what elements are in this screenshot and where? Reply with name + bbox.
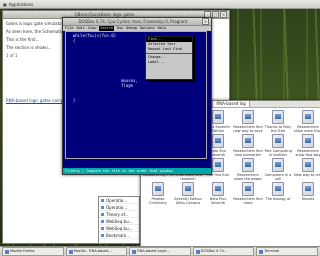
file-item[interactable]: Results: [293, 182, 320, 206]
dropdown-item[interactable]: Repeat Last Find: [146, 47, 192, 52]
file-item[interactable]: Researchers show the power: [233, 158, 263, 182]
bookmark-item[interactable]: Operatio...: [99, 197, 139, 204]
bookmark-item[interactable]: Bookmark...: [99, 232, 139, 239]
file-item[interactable]: Researchers find new biomarker: [233, 134, 263, 158]
bookmark-item[interactable]: WebSeq bu...: [99, 218, 139, 225]
document-icon: [212, 158, 224, 172]
file-label: Seventh Edition Zeiss Campus: [174, 197, 202, 205]
file-label: Researchers find new way to save: [233, 125, 263, 133]
document-icon: [212, 110, 224, 124]
dosbox-window: DOSBox 0.74, Cpu Cycles: max, Frameskip …: [62, 17, 212, 175]
bookmark-icon: [101, 233, 104, 237]
taskbar-button[interactable]: Mozilla - RNA-based...: [65, 247, 128, 256]
app-icon: [68, 249, 73, 254]
dosbox-title: DOSBox 0.74, Cpu Cycles: max, Frameskip …: [78, 19, 189, 24]
close-icon[interactable]: ×: [220, 11, 227, 18]
document-icon: [302, 110, 314, 124]
file-item[interactable]: Researchers show fast way: [293, 134, 320, 158]
document-icon: [242, 158, 254, 172]
file-label: Researchers find more: [233, 197, 263, 205]
search-dropdown-menu: Find... Selected Text Repeat Last Find Chan…: [145, 36, 193, 80]
code-line: }: [68, 98, 76, 103]
file-label: Tree Computing in biofilms: [264, 149, 292, 157]
document-icon: [212, 134, 224, 148]
taskbar-label: Mozilla Firefox: [10, 249, 35, 253]
file-item[interactable]: Researchers find new way to save: [233, 110, 263, 134]
top-panel: ▣ Applications: [0, 0, 320, 9]
document-icon: [182, 182, 194, 196]
dropdown-item[interactable]: Label...: [146, 60, 192, 65]
menu-separator: [146, 53, 192, 54]
taskbar-button[interactable]: DOSBox 0.74...: [192, 247, 255, 256]
file-label: Peptide Chemistry: [149, 197, 167, 205]
file-label: The biology of: [265, 197, 291, 201]
taskbar-label: RNA-based Logic...: [137, 249, 170, 253]
document-icon: [272, 158, 284, 172]
file-item[interactable]: Peptide Chemistry: [143, 182, 173, 206]
bookmark-icon: [101, 212, 104, 216]
app-icon: [195, 249, 200, 254]
file-item[interactable]: Researchers find more: [233, 182, 263, 206]
bookmark-icon: [101, 226, 104, 230]
bookmark-icon: [101, 205, 104, 209]
file-item[interactable]: Researchers show more than: [293, 110, 320, 134]
taskbar-button[interactable]: Mozilla Firefox: [2, 247, 64, 256]
document-icon: [152, 182, 164, 196]
file-label: Computers in a cell: [264, 173, 292, 181]
taskbar-button[interactable]: RNA-based Logic...: [129, 247, 191, 256]
document-icon: [242, 182, 254, 196]
file-item[interactable]: Thanks to Polly the Tree: [263, 110, 293, 134]
document-icon: [212, 182, 224, 196]
applications-menu[interactable]: ▣ Applications: [0, 2, 36, 7]
file-label: Researchers show fast way: [295, 149, 320, 157]
file-item[interactable]: The biology of: [263, 182, 293, 206]
bookmark-item[interactable]: Theory of...: [99, 211, 139, 218]
bookmark-icon: [101, 219, 104, 223]
file-item[interactable]: Beta Plus Seventh: [203, 182, 233, 206]
file-label: New way to mix: [293, 173, 320, 177]
taskbar-label: Terminal: [264, 249, 280, 253]
taskbar-label: Mozilla - RNA-based...: [73, 249, 112, 253]
bookmark-icon: [101, 198, 104, 202]
file-item[interactable]: Computers in a cell: [263, 158, 293, 182]
app-icon: [132, 249, 137, 254]
file-label: Thanks to Polly the Tree: [264, 125, 292, 133]
close-icon[interactable]: ×: [202, 18, 209, 25]
file-label: Researchers show the power: [234, 173, 262, 181]
applications-icon: ▣: [3, 1, 7, 7]
dosbox-titlebar[interactable]: DOSBox 0.74, Cpu Cycles: max, Frameskip …: [63, 18, 211, 26]
file-item[interactable]: Tree Computing in biofilms: [263, 134, 293, 158]
maximize-icon[interactable]: □: [212, 11, 219, 18]
document-icon: [272, 182, 284, 196]
file-item[interactable]: Seventh Edition Zeiss Campus: [173, 182, 203, 206]
document-icon: [302, 134, 314, 148]
tab-rna-based[interactable]: RNA-based log: [213, 101, 250, 107]
document-icon: [302, 158, 314, 172]
bookmarks-panel: Operatio... Operatio... Theory of... Web…: [98, 196, 140, 244]
app-icon: [5, 249, 9, 254]
bookmark-item[interactable]: Operatio...: [99, 204, 139, 211]
taskbar: Mozilla Firefox Mozilla - RNA-based... RNA…: [0, 246, 320, 256]
document-icon: [242, 134, 254, 148]
file-label: Researchers find new biomarker: [233, 149, 263, 157]
file-label: Researchers show more than: [293, 125, 320, 133]
taskbar-button[interactable]: Terminal: [256, 247, 318, 256]
document-icon: [302, 182, 314, 196]
document-icon: [272, 110, 284, 124]
taskbar-label: DOSBox 0.74...: [200, 249, 228, 253]
file-label: Results: [301, 197, 315, 201]
applications-label: Applications: [8, 1, 34, 7]
file-label: Beta Plus Seventh: [209, 197, 227, 205]
document-icon: [272, 134, 284, 148]
qbasic-status-bar: F1=Help | Compute the file in the order …: [63, 168, 211, 174]
app-icon: [259, 249, 264, 254]
bookmark-item[interactable]: WebSeq bu...: [99, 225, 139, 232]
document-icon: [242, 110, 254, 124]
file-item[interactable]: New way to mix: [293, 158, 320, 182]
